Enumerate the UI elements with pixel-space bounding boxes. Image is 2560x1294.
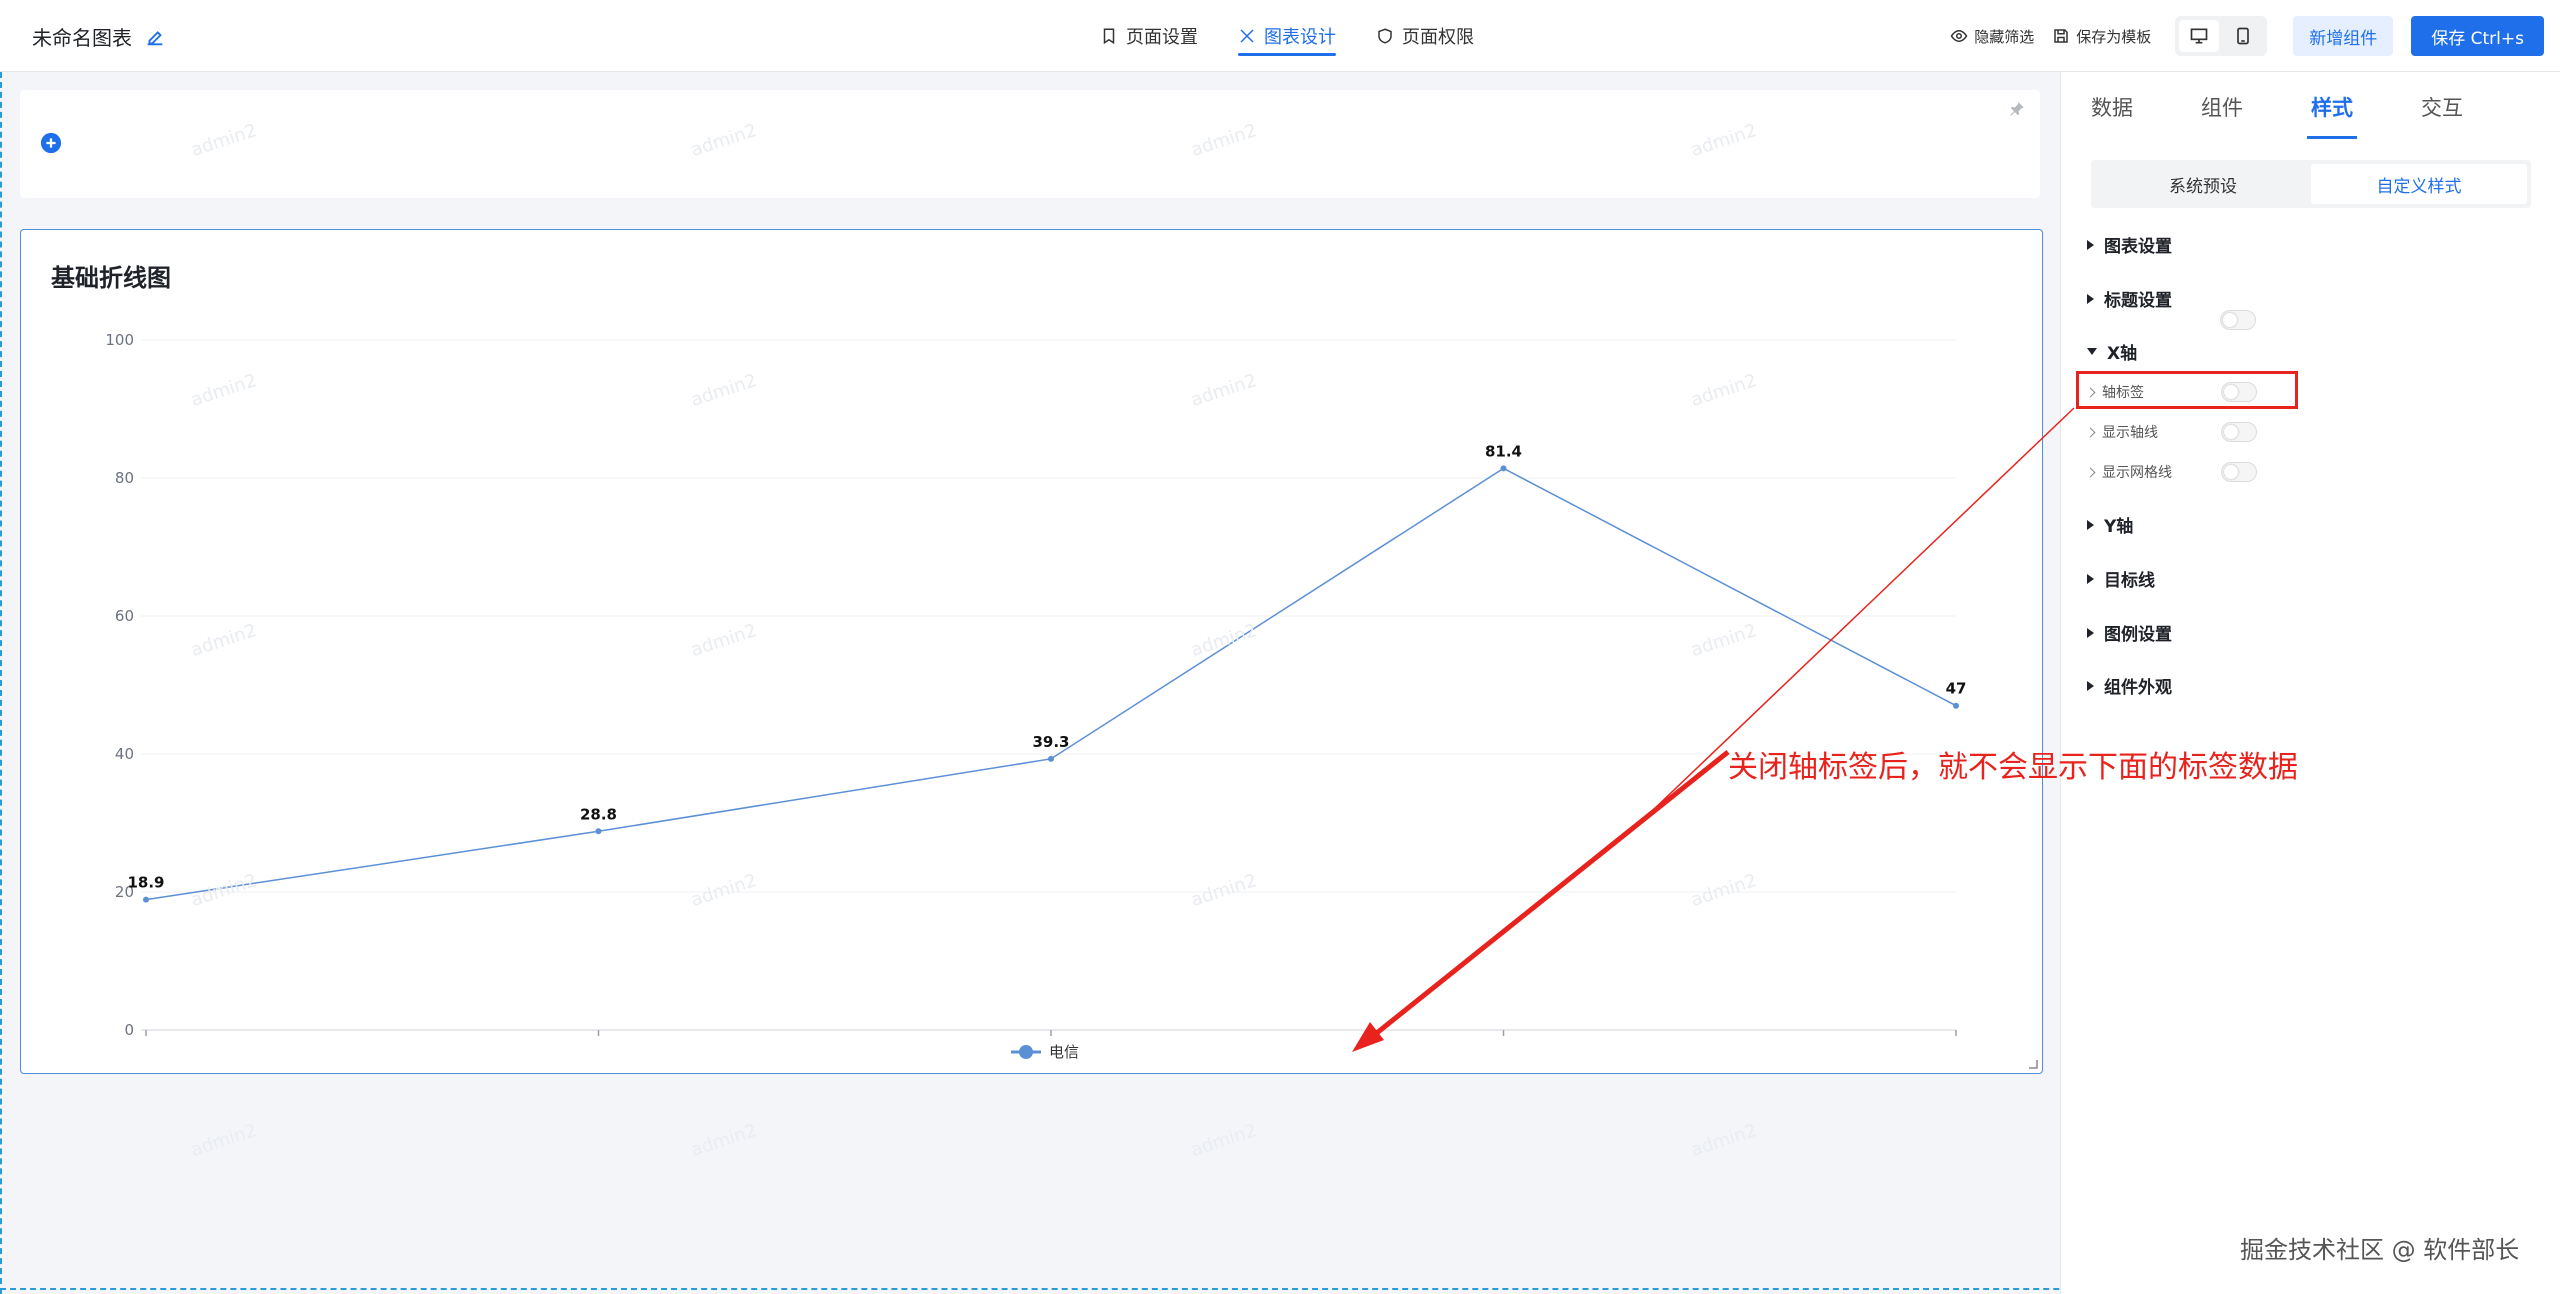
section-y-axis[interactable]: Y轴 [2087,512,2133,537]
watermark-text: admin2 [1188,1120,1260,1161]
tab-page-permissions[interactable]: 页面权限 [1376,0,1474,72]
data-label: 18.9 [127,874,164,892]
mobile-icon [2237,27,2250,45]
option-label: 显示网格线 [2102,465,2172,481]
series-line [145,467,1957,901]
y-tick-label: 0 [124,1021,134,1039]
caret-right-icon [2087,573,2094,584]
axis-line-switch[interactable] [2221,422,2257,442]
app-title-text: 未命名图表 [32,26,132,50]
panel-tabs: 数据 组件 样式 交互 [2061,72,2560,142]
section-label: X轴 [2107,344,2138,364]
tab-label: 页面权限 [1402,27,1474,48]
legend-label: 电信 [1049,1043,1079,1061]
data-point [1953,702,1959,709]
top-header: 未命名图表 页面设置 图表设计 页面权限 隐藏筛选 保存为模板 新增组件 保存 … [0,0,2560,72]
system-preset-option[interactable]: 系统预设 [2095,164,2311,204]
option-show-axis-line[interactable]: 显示轴线 [2085,422,2158,442]
chevron-right-icon [2085,467,2096,477]
shield-icon [1378,28,1392,44]
legend-marker [1019,1045,1033,1059]
y-tick-label: 60 [115,607,134,625]
caret-right-icon [2087,239,2094,250]
data-label: 28.8 [580,805,617,823]
section-label: 目标线 [2104,571,2155,591]
section-label: Y轴 [2104,517,2134,537]
watermark-text: admin2 [1688,1120,1760,1161]
style-panel: 数据 组件 样式 交互 系统预设 自定义样式 图表设置 标题设置 X轴 轴标签 … [2060,72,2560,1294]
credit-text: 掘金技术社区 @ 软件部长 [2240,1236,2520,1264]
data-point [1500,465,1507,472]
data-point [143,896,149,903]
app-title: 未命名图表 [32,22,166,51]
data-label: 39.3 [1032,733,1069,751]
design-icon [1240,29,1254,43]
section-chart-settings[interactable]: 图表设置 [2087,232,2172,257]
section-label: 图表设置 [2104,237,2172,257]
panel-tab-style[interactable]: 样式 [2307,92,2357,139]
line-chart: 02040608010018.928.839.381.447电信 [105,331,1967,1061]
section-label: 组件外观 [2104,678,2172,698]
caret-right-icon [2087,680,2094,691]
save-template-label: 保存为模板 [2076,27,2152,46]
data-label: 81.4 [1485,442,1522,460]
panel-tab-interaction[interactable]: 交互 [2421,92,2463,122]
canvas-left-border [0,72,2,1294]
y-tick-label: 100 [105,331,134,349]
grid-line-switch[interactable] [2221,462,2257,482]
section-label: 标题设置 [2104,291,2172,311]
tab-label: 页面设置 [1126,27,1198,48]
axis-label-toggle[interactable] [2220,310,2256,330]
style-mode-switch: 系统预设 自定义样式 [2091,160,2531,208]
option-label: 显示轴线 [2102,425,2158,441]
device-switcher [2175,16,2268,56]
y-tick-label: 40 [115,745,134,763]
tab-page-settings[interactable]: 页面设置 [1100,0,1198,72]
bookmark-icon [1103,28,1115,45]
annotation-text: 关闭轴标签后，就不会显示下面的标签数据 [1728,750,2298,785]
filter-area [20,90,2040,198]
tab-label: 图表设计 [1264,27,1336,48]
section-legend-settings[interactable]: 图例设置 [2087,620,2172,645]
save-template-button[interactable]: 保存为模板 [2052,26,2151,47]
top-nav: 页面设置 图表设计 页面权限 [1100,0,1474,72]
section-label: 图例设置 [2104,625,2172,645]
eye-icon [1950,29,1968,43]
caret-right-icon [2087,519,2094,530]
chart-card[interactable]: 基础折线图 0 20 40 60 80 100 18.9 28.8 39.3 81.4 47 电信 [20,229,2043,1074]
add-component-button[interactable]: 新增组件 [2293,16,2394,56]
hide-filter-label: 隐藏筛选 [1974,27,2035,46]
mobile-view-button[interactable] [2223,20,2263,52]
caret-right-icon [2087,293,2094,304]
hide-filter-button[interactable]: 隐藏筛选 [1950,26,2034,47]
caret-down-icon [2087,348,2097,355]
watermark-text: admin2 [688,1120,760,1161]
highlight-box [2076,371,2298,409]
y-tick-label: 80 [115,469,134,487]
data-point [595,828,602,835]
edit-icon[interactable] [144,26,166,48]
custom-style-option[interactable]: 自定义样式 [2311,164,2527,204]
watermark-text: admin2 [188,1120,260,1161]
section-component-appearance[interactable]: 组件外观 [2087,673,2172,698]
panel-tab-component[interactable]: 组件 [2201,92,2243,122]
data-label: 47 [1946,680,1967,698]
add-filter-icon[interactable] [40,132,62,154]
desktop-icon [2190,28,2208,44]
section-x-axis[interactable]: X轴 [2087,339,2137,364]
resize-handle-icon[interactable] [2026,1057,2038,1069]
panel-tab-data[interactable]: 数据 [2091,92,2133,122]
save-icon [2054,29,2068,43]
section-target-line[interactable]: 目标线 [2087,566,2155,591]
tab-chart-design[interactable]: 图表设计 [1238,0,1336,72]
caret-right-icon [2087,627,2094,638]
option-show-grid-line[interactable]: 显示网格线 [2085,462,2172,482]
pin-icon[interactable] [2008,100,2026,118]
data-point [1048,755,1054,762]
header-actions: 隐藏筛选 保存为模板 新增组件 保存 Ctrl+s [1950,0,2544,72]
desktop-view-button[interactable] [2179,20,2220,52]
save-button[interactable]: 保存 Ctrl+s [2411,16,2544,56]
chevron-right-icon [2085,427,2096,437]
section-title-settings[interactable]: 标题设置 [2087,286,2172,311]
